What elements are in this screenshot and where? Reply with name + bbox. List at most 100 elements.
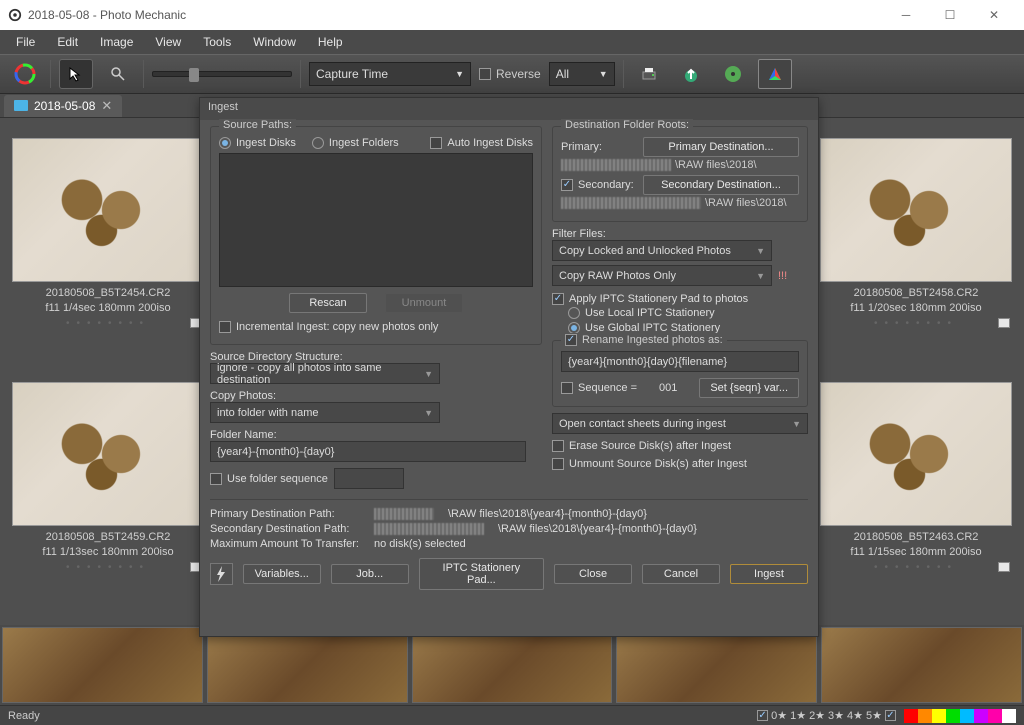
thumbnail[interactable]: 20180508_B5T2459.CR2f11 1/13sec 180mm 20… — [12, 382, 204, 573]
color-swatch[interactable] — [904, 709, 918, 723]
color-swatch[interactable] — [946, 709, 960, 723]
color-swatch[interactable] — [918, 709, 932, 723]
filter-dropdown[interactable]: All▼ — [549, 62, 615, 86]
source-paths-group: Source Paths: Ingest Disks Ingest Folder… — [210, 126, 542, 345]
color-swatch[interactable] — [988, 709, 1002, 723]
unmount-disk-checkbox[interactable]: Unmount Source Disk(s) after Ingest — [552, 458, 808, 470]
rescan-button[interactable]: Rescan — [289, 293, 367, 313]
ingest-button[interactable]: Ingest — [730, 564, 808, 584]
app-icon — [8, 8, 22, 22]
sequence-checkbox[interactable]: Sequence = — [561, 382, 637, 394]
thumbnail-caption: 20180508_B5T2454.CR2f11 1/4sec 180mm 200… — [12, 286, 204, 316]
filter-alert-icon: !!! — [778, 270, 787, 282]
window-title: 2018-05-08 - Photo Mechanic — [28, 8, 186, 22]
local-iptc-radio[interactable]: Use Local IPTC Stationery — [568, 307, 715, 319]
filmstrip-thumb[interactable] — [207, 627, 408, 703]
upload-icon[interactable] — [674, 59, 708, 89]
close-button[interactable]: Close — [554, 564, 632, 584]
set-seqn-button[interactable]: Set {seqn} var... — [699, 378, 799, 398]
ingest-icon[interactable] — [758, 59, 792, 89]
sequence-value: 001 — [659, 382, 677, 394]
filter-raw-dropdown[interactable]: Copy RAW Photos Only▼ — [552, 265, 772, 286]
flash-button[interactable] — [210, 563, 233, 585]
thumbnail-image[interactable] — [820, 382, 1012, 526]
primary-destination-button[interactable]: Primary Destination... — [643, 137, 799, 157]
color-swatch[interactable] — [932, 709, 946, 723]
filmstrip[interactable] — [0, 625, 1024, 705]
thumbnail[interactable]: 20180508_B5T2458.CR2f11 1/20sec 180mm 20… — [820, 138, 1012, 329]
filmstrip-thumb[interactable] — [2, 627, 203, 703]
erase-disk-checkbox[interactable]: Erase Source Disk(s) after Ingest — [552, 440, 808, 452]
auto-ingest-disks-checkbox[interactable]: Auto Ingest Disks — [430, 137, 533, 149]
menu-edit[interactable]: Edit — [47, 32, 88, 52]
color-filter[interactable] — [904, 709, 1016, 723]
destination-group: Destination Folder Roots: Primary: Prima… — [552, 126, 808, 222]
thumbnail-image[interactable] — [820, 138, 1012, 282]
sort-dropdown[interactable]: Capture Time▼ — [309, 62, 471, 86]
job-button[interactable]: Job... — [331, 564, 409, 584]
secondary-checkbox[interactable]: Secondary: — [561, 179, 633, 191]
filter-locked-dropdown[interactable]: Copy Locked and Unlocked Photos▼ — [552, 240, 772, 261]
source-legend: Source Paths: — [219, 119, 296, 131]
dir-structure-dropdown[interactable]: ignore - copy all photos into same desti… — [210, 363, 440, 384]
secondary-destination-button[interactable]: Secondary Destination... — [643, 175, 799, 195]
reverse-checkbox[interactable]: Reverse — [479, 67, 541, 81]
thumb-size-slider[interactable] — [152, 71, 292, 77]
menu-window[interactable]: Window — [243, 32, 306, 52]
iptc-pad-button[interactable]: IPTC Stationery Pad... — [419, 558, 544, 590]
thumbnail-caption: 20180508_B5T2458.CR2f11 1/20sec 180mm 20… — [820, 286, 1012, 316]
disc-icon[interactable] — [716, 59, 750, 89]
minimize-button[interactable]: ─ — [884, 0, 928, 30]
primary-label: Primary: — [561, 141, 633, 153]
rating-filter[interactable]: 0★ 1★ 2★ 3★ 4★ 5★ — [757, 709, 896, 722]
thumbnail-caption: 20180508_B5T2463.CR2f11 1/15sec 180mm 20… — [820, 530, 1012, 560]
rename-pattern-input[interactable] — [561, 351, 799, 372]
incremental-ingest-checkbox[interactable]: Incremental Ingest: copy new photos only — [219, 321, 438, 333]
maximize-button[interactable]: ☐ — [928, 0, 972, 30]
menu-view[interactable]: View — [145, 32, 191, 52]
colorwheel-icon[interactable] — [8, 59, 42, 89]
thumbnail-caption: 20180508_B5T2459.CR2f11 1/13sec 180mm 20… — [12, 530, 204, 560]
folder-sequence-input[interactable] — [334, 468, 404, 489]
disk-list[interactable] — [219, 153, 533, 287]
folder-tab[interactable]: 2018-05-08 ✕ — [4, 95, 122, 117]
toolbar: Capture Time▼ Reverse All▼ — [0, 54, 1024, 94]
copy-photos-dropdown[interactable]: into folder with name▼ — [210, 402, 440, 423]
thumbnail-image[interactable] — [12, 382, 204, 526]
ingest-disks-radio[interactable]: Ingest Disks — [219, 137, 296, 149]
tab-close-icon[interactable]: ✕ — [101, 98, 112, 114]
menubar: File Edit Image View Tools Window Help — [0, 30, 1024, 54]
color-swatch[interactable] — [974, 709, 988, 723]
variables-button[interactable]: Variables... — [243, 564, 321, 584]
thumbnail[interactable]: 20180508_B5T2454.CR2f11 1/4sec 180mm 200… — [12, 138, 204, 329]
menu-tools[interactable]: Tools — [193, 32, 241, 52]
ingest-dialog: Ingest Source Paths: Ingest Disks Ingest… — [199, 97, 819, 637]
menu-help[interactable]: Help — [308, 32, 353, 52]
ingest-folders-radio[interactable]: Ingest Folders — [312, 137, 399, 149]
rename-checkbox[interactable]: Rename Ingested photos as: — [565, 334, 723, 346]
thumbnail[interactable]: 20180508_B5T2463.CR2f11 1/15sec 180mm 20… — [820, 382, 1012, 573]
contact-sheets-dropdown[interactable]: Open contact sheets during ingest▼ — [552, 413, 808, 434]
cursor-tool[interactable] — [59, 59, 93, 89]
apply-iptc-checkbox[interactable]: Apply IPTC Stationery Pad to photos — [552, 293, 748, 305]
zoom-tool[interactable] — [101, 59, 135, 89]
close-button[interactable]: ✕ — [972, 0, 1016, 30]
color-swatch[interactable] — [1002, 709, 1016, 723]
filmstrip-thumb[interactable] — [821, 627, 1022, 703]
folder-name-input[interactable] — [210, 441, 526, 462]
menu-image[interactable]: Image — [90, 32, 143, 52]
menu-file[interactable]: File — [6, 32, 45, 52]
filmstrip-thumb[interactable] — [412, 627, 613, 703]
folder-sequence-checkbox[interactable]: Use folder sequence — [210, 473, 328, 485]
filmstrip-thumb[interactable] — [616, 627, 817, 703]
titlebar: 2018-05-08 - Photo Mechanic ─ ☐ ✕ — [0, 0, 1024, 30]
primary-path: \RAW files\2018\ — [561, 159, 799, 171]
thumbnail-image[interactable] — [12, 138, 204, 282]
color-swatch[interactable] — [960, 709, 974, 723]
cancel-button[interactable]: Cancel — [642, 564, 720, 584]
folder-icon — [14, 100, 28, 111]
unmount-button[interactable]: Unmount — [385, 293, 463, 313]
folder-name-label: Folder Name: — [210, 429, 542, 441]
print-icon[interactable] — [632, 59, 666, 89]
dialog-title: Ingest — [200, 98, 818, 120]
